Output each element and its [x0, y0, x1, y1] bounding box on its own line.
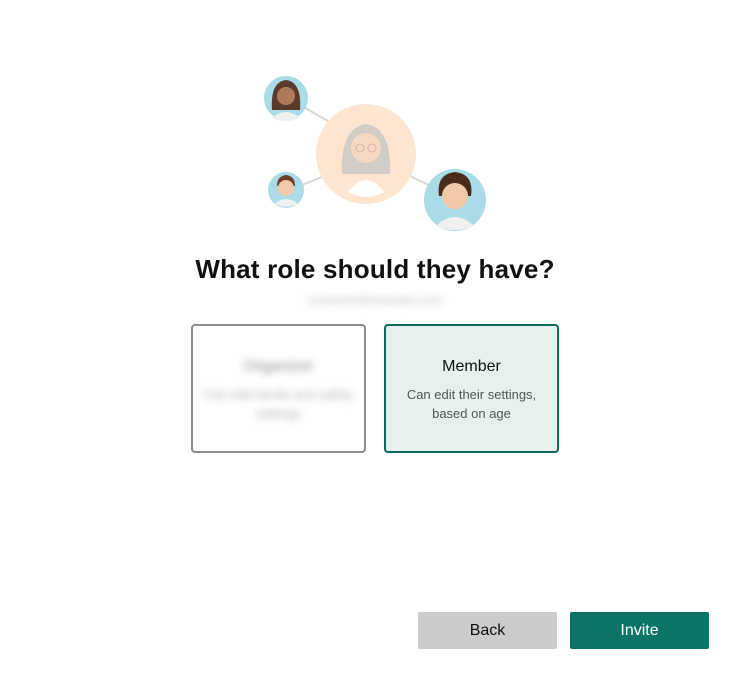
invite-button[interactable]: Invite [570, 612, 709, 649]
family-people-illustration [264, 76, 486, 231]
role-card-description: Can edit their settings, based on age [406, 387, 537, 421]
child-avatar [268, 172, 304, 208]
role-selection-dialog: What role should they have? someone@exam… [0, 0, 750, 690]
role-card-title: Member [442, 358, 501, 375]
role-card-title: Organizer [243, 358, 314, 375]
invitee-email-blurred: someone@example.com [308, 293, 442, 305]
role-card-member[interactable]: Member Can edit their settings, based on… [384, 324, 559, 453]
man-avatar [424, 169, 486, 231]
role-card-content: Organizer Can edit family and safety set… [193, 358, 364, 423]
center-person-avatar [316, 104, 416, 204]
role-card-organizer[interactable]: Organizer Can edit family and safety set… [191, 324, 366, 453]
back-button[interactable]: Back [418, 612, 557, 649]
role-card-description: Can edit family and safety settings [203, 387, 354, 421]
page-title: What role should they have? [195, 254, 555, 284]
woman-avatar [264, 76, 308, 121]
